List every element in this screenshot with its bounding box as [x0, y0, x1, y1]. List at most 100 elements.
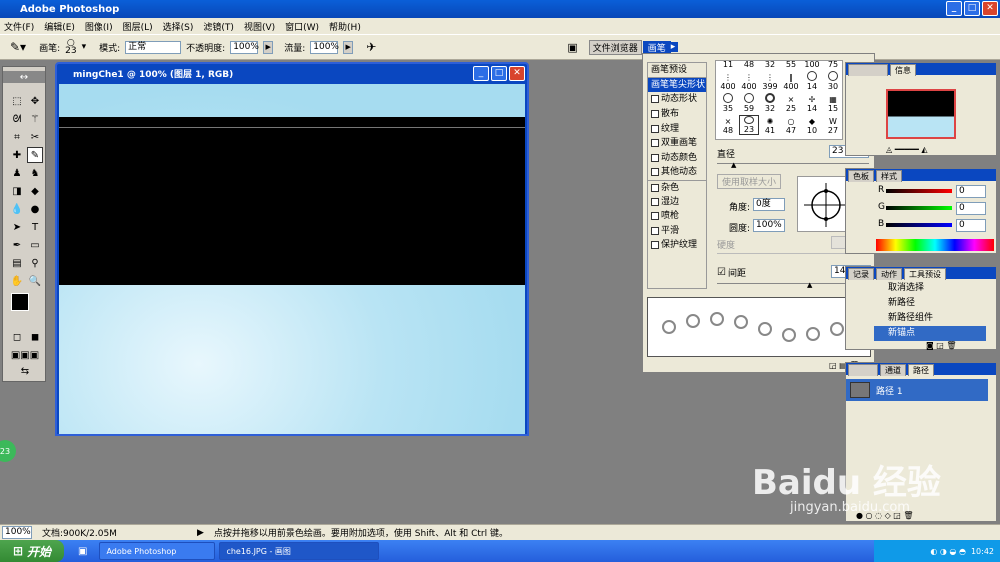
- brush-tip-cell[interactable]: 48: [739, 60, 759, 69]
- brush-tip-cell[interactable]: ⋮ 400: [739, 71, 759, 91]
- close-button[interactable]: ✕: [982, 1, 998, 16]
- dodge-tool-icon[interactable]: ●: [27, 201, 43, 217]
- texture-item[interactable]: 纹理: [648, 121, 706, 136]
- doc-maximize-button[interactable]: □: [491, 66, 507, 81]
- eyedropper-icon[interactable]: ⚲: [27, 255, 43, 271]
- brush-tip-cell[interactable]: ✺ 41: [760, 115, 780, 135]
- brush-tip-cell[interactable]: 55: [781, 60, 801, 69]
- brush-tip-cell-selected[interactable]: 23: [739, 115, 759, 135]
- brush-presets-item[interactable]: 画笔预设: [648, 63, 706, 78]
- spacing-checkbox[interactable]: ☑ 间距: [717, 266, 746, 279]
- menu-image[interactable]: 图像(I): [85, 20, 113, 33]
- tab-styles[interactable]: 样式: [876, 170, 902, 182]
- mode-select[interactable]: 正常: [125, 40, 182, 54]
- minimize-button[interactable]: _: [946, 1, 962, 16]
- doc-minimize-button[interactable]: _: [473, 66, 489, 81]
- airbrush-item[interactable]: 喷枪: [648, 209, 706, 224]
- shape-dynamics-item[interactable]: 动态形状: [648, 92, 706, 107]
- status-arrow-icon[interactable]: ▶: [197, 528, 204, 538]
- tab-swatches[interactable]: 色板: [848, 170, 874, 182]
- menu-filter[interactable]: 滤镜(T): [203, 20, 234, 33]
- dropdown-icon[interactable]: ▾: [82, 42, 87, 52]
- history-item-deselect[interactable]: 取消选择: [874, 281, 986, 296]
- magic-wand-icon[interactable]: ⚚: [27, 111, 43, 127]
- color-spectrum-bar[interactable]: [876, 239, 994, 251]
- taskbar-photoshop[interactable]: Adobe Photoshop: [99, 542, 216, 560]
- history-item-new-subpath[interactable]: 新路径组件: [874, 311, 986, 326]
- scattering-item[interactable]: 散布: [648, 107, 706, 122]
- pen-tool-icon[interactable]: ✒: [9, 237, 25, 253]
- hand-tool-icon[interactable]: ✋: [9, 273, 25, 289]
- toolbox-header[interactable]: ↔: [3, 71, 45, 83]
- smoothing-item[interactable]: 平滑: [648, 224, 706, 239]
- bucket-tool-icon[interactable]: ◆: [27, 183, 43, 199]
- color-dynamics-item[interactable]: 动态颜色: [648, 151, 706, 166]
- menu-select[interactable]: 选择(S): [163, 20, 194, 33]
- brush-tip-cell[interactable]: ○ 47: [781, 115, 801, 135]
- other-dynamics-item[interactable]: 其他动态: [648, 165, 706, 180]
- navigator-zoom-slider[interactable]: ◬ ━━━━━ ◭: [886, 145, 927, 154]
- doc-close-button[interactable]: ✕: [509, 66, 525, 81]
- brush-tip-cell[interactable]: ⋮ 399: [760, 71, 780, 91]
- blur-tool-icon[interactable]: 💧: [9, 201, 25, 217]
- brush-tip-cell[interactable]: 11: [718, 60, 738, 69]
- brush-tip-cell[interactable]: ▦ 15: [823, 93, 843, 113]
- tab-info[interactable]: 信息: [890, 64, 916, 76]
- slider-thumb-icon[interactable]: ▲: [731, 161, 736, 169]
- quickmask-mode-icon[interactable]: ◼: [27, 329, 43, 345]
- palette-toggle-icon[interactable]: ▣: [567, 41, 577, 54]
- roundness-input[interactable]: 100%: [753, 219, 785, 232]
- notes-tool-icon[interactable]: ▤: [9, 255, 25, 271]
- brush-tip-grid[interactable]: 11 48 32 55 100 75 ⋮ 400 ⋮ 400 ⋮ 399 ‖ 400 1…: [715, 60, 843, 140]
- opacity-input[interactable]: 100%: [230, 40, 259, 54]
- standard-mode-icon[interactable]: ◻: [9, 329, 25, 345]
- tab-channels[interactable]: 通道: [880, 364, 906, 376]
- brush-tip-cell[interactable]: 32: [760, 60, 780, 69]
- healing-tool-icon[interactable]: ✚: [9, 147, 25, 163]
- move-tool-icon[interactable]: ✥: [27, 93, 43, 109]
- brush-tip-cell[interactable]: 14: [802, 71, 822, 91]
- wet-edges-item[interactable]: 湿边: [648, 194, 706, 209]
- start-button[interactable]: ⊞ 开始: [0, 540, 64, 562]
- color-b-slider[interactable]: [886, 223, 952, 227]
- brush-tip-cell[interactable]: 75: [823, 60, 843, 69]
- tab-paths[interactable]: 路径: [908, 364, 934, 376]
- maximize-button[interactable]: □: [964, 1, 980, 16]
- diameter-slider[interactable]: [717, 163, 869, 164]
- eraser-tool-icon[interactable]: ◨: [9, 183, 25, 199]
- tab-brushes[interactable]: 画笔: [642, 40, 671, 54]
- tray-icons[interactable]: ◐ ◑ ◒ ◓: [930, 547, 966, 556]
- flow-arrow-icon[interactable]: ▶: [343, 40, 354, 54]
- brush-tip-shape-item[interactable]: 画笔笔尖形状: [648, 77, 706, 93]
- brush-tip-cell[interactable]: 59: [739, 93, 759, 113]
- tab-history[interactable]: 记录: [848, 268, 874, 280]
- noise-item[interactable]: 杂色: [648, 179, 706, 195]
- color-r-input[interactable]: 0: [956, 185, 986, 198]
- marquee-tool-icon[interactable]: ⬚: [9, 93, 25, 109]
- flow-input[interactable]: 100%: [310, 40, 339, 54]
- screen-modes-icon[interactable]: ▣▣▣: [7, 347, 43, 363]
- show-desktop-icon[interactable]: ▣: [78, 546, 87, 557]
- color-g-input[interactable]: 0: [956, 202, 986, 215]
- jump-imageready-icon[interactable]: ⇆: [7, 363, 43, 379]
- menu-help[interactable]: 帮助(H): [329, 20, 361, 33]
- color-r-slider[interactable]: [886, 189, 952, 193]
- history-footer-icons[interactable]: ◙ ◲ 🗑: [926, 341, 957, 350]
- history-item-new-anchor[interactable]: 新锚点: [874, 326, 986, 341]
- brush-tip-cell[interactable]: ⋮ 400: [718, 71, 738, 91]
- image-canvas[interactable]: [59, 84, 525, 434]
- tab-layers[interactable]: [848, 364, 878, 376]
- slider-thumb-icon[interactable]: ▲: [807, 281, 812, 289]
- brush-tip-cell[interactable]: 35: [718, 93, 738, 113]
- brush-tip-cell[interactable]: W 27: [823, 115, 843, 135]
- brush-tip-cell[interactable]: × 48: [718, 115, 738, 135]
- brush-tip-cell[interactable]: ◆ 10: [802, 115, 822, 135]
- menu-file[interactable]: 文件(F): [4, 20, 34, 33]
- brush-tip-cell[interactable]: 100: [802, 60, 822, 69]
- airbrush-icon[interactable]: ✈: [366, 40, 376, 54]
- brush-tip-cell[interactable]: 30: [823, 71, 843, 91]
- angle-input[interactable]: 0度: [753, 198, 785, 211]
- tab-actions[interactable]: 动作: [876, 268, 902, 280]
- crop-tool-icon[interactable]: ⌗: [9, 129, 25, 145]
- path-row[interactable]: 路径 1: [846, 379, 988, 401]
